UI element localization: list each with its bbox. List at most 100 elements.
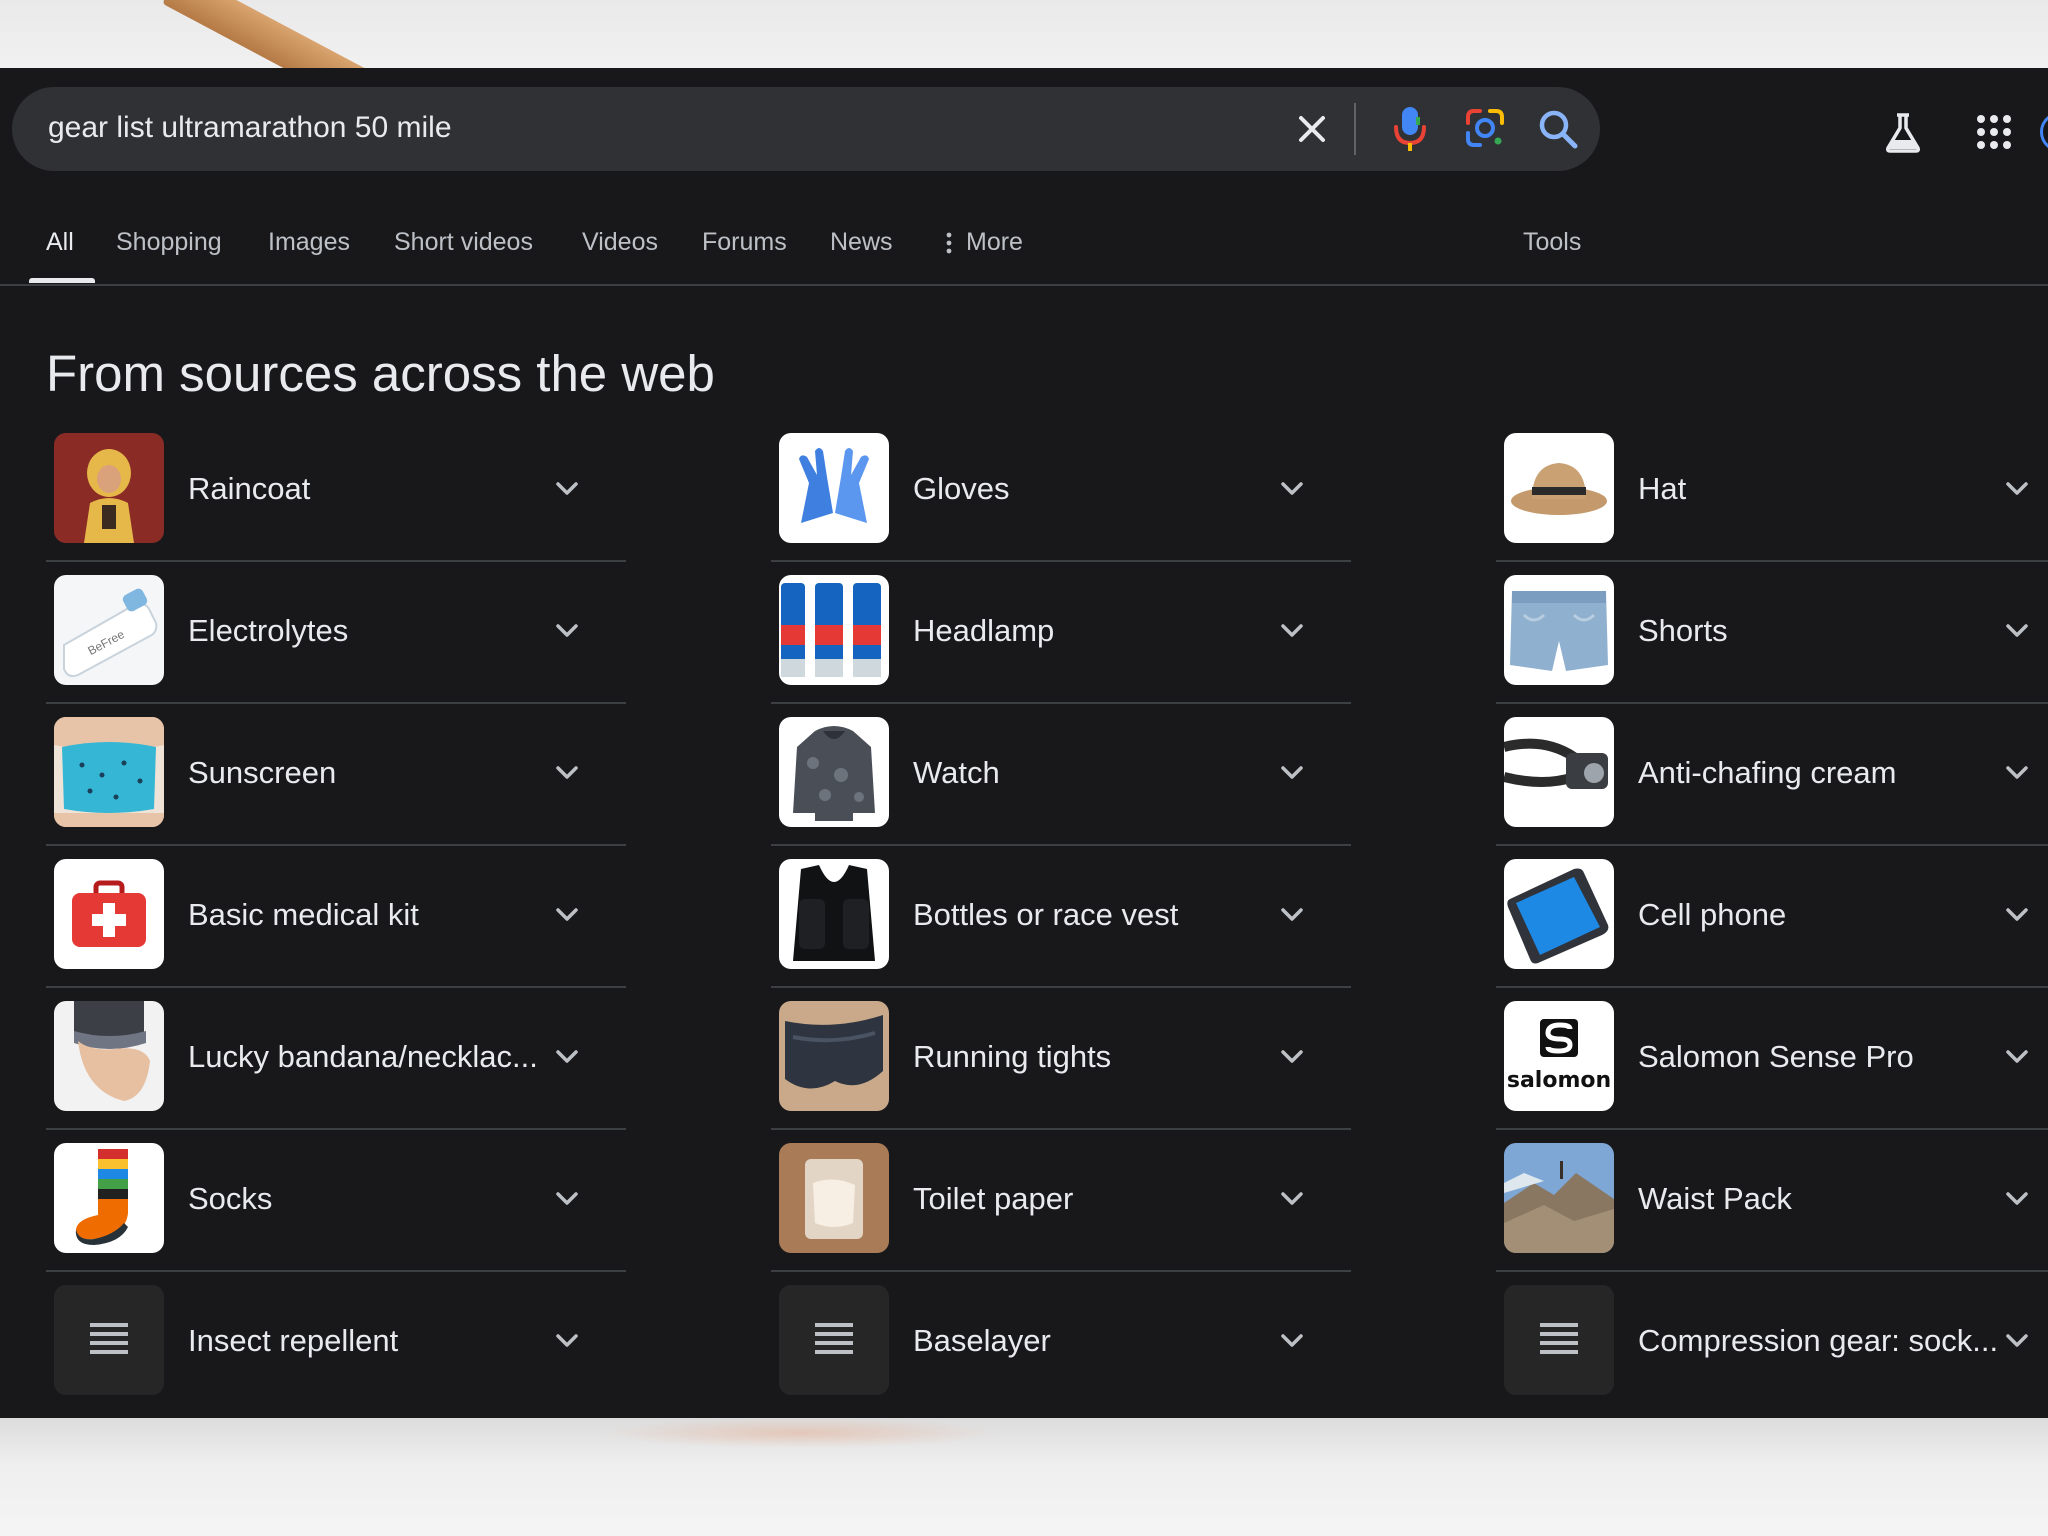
chevron-down-icon[interactable] xyxy=(552,1041,582,1071)
bandana-thumbnail xyxy=(54,1001,164,1111)
item-label: Waist Pack xyxy=(1638,1181,1792,1216)
tools-button[interactable]: Tools xyxy=(1523,228,1581,271)
search-labs-flask-icon[interactable] xyxy=(1880,110,1926,156)
list-item-socks[interactable]: Socks xyxy=(46,1143,626,1285)
list-item-hat[interactable]: Hat xyxy=(1496,433,2048,575)
item-label: Salomon Sense Pro xyxy=(1638,1039,1914,1074)
chevron-down-icon[interactable] xyxy=(552,757,582,787)
chevron-down-icon[interactable] xyxy=(2002,1183,2032,1213)
list-item-shorts[interactable]: Shorts xyxy=(1496,575,2048,717)
tab-videos[interactable]: Videos xyxy=(582,228,658,271)
chevron-down-icon[interactable] xyxy=(552,899,582,929)
tab-more[interactable]: More xyxy=(946,228,1023,271)
chevron-down-icon[interactable] xyxy=(1277,899,1307,929)
item-label: Lucky bandana/necklac... xyxy=(188,1039,538,1074)
item-label: Toilet paper xyxy=(913,1181,1074,1216)
list-item-cell-phone[interactable]: Cell phone xyxy=(1496,859,2048,1001)
item-divider xyxy=(771,1128,1351,1130)
tab-shopping[interactable]: Shopping xyxy=(116,228,222,271)
list-item-running-tights[interactable]: Running tights xyxy=(771,1001,1351,1143)
running-tights-thumbnail xyxy=(779,1001,889,1111)
cell-phone-thumbnail xyxy=(1504,859,1614,969)
chevron-down-icon[interactable] xyxy=(1277,615,1307,645)
list-item-baselayer[interactable]: Baselayer xyxy=(771,1285,1351,1418)
list-item-watch[interactable]: Watch xyxy=(771,717,1351,859)
text-lines-icon xyxy=(54,1285,164,1395)
item-divider xyxy=(1496,1128,2048,1130)
text-lines-icon xyxy=(779,1285,889,1395)
item-label: Watch xyxy=(913,755,1000,790)
tab-forums[interactable]: Forums xyxy=(702,228,787,271)
chevron-down-icon[interactable] xyxy=(1277,473,1307,503)
photo-backdrop-bottom xyxy=(0,1418,2048,1536)
list-item-electrolytes[interactable]: BeFree Electrolytes xyxy=(46,575,626,717)
item-divider xyxy=(1496,702,2048,704)
google-lens-icon[interactable] xyxy=(1462,105,1508,151)
chevron-down-icon[interactable] xyxy=(2002,1041,2032,1071)
item-divider xyxy=(771,702,1351,704)
chevron-down-icon[interactable] xyxy=(552,1183,582,1213)
waist-pack-thumbnail xyxy=(1504,1143,1614,1253)
item-divider xyxy=(46,1270,626,1272)
shorts-thumbnail xyxy=(1504,575,1614,685)
chevron-down-icon[interactable] xyxy=(2002,757,2032,787)
item-divider xyxy=(46,560,626,562)
item-divider xyxy=(1496,986,2048,988)
account-avatar[interactable] xyxy=(2040,112,2048,152)
list-item-basic-medical-kit[interactable]: Basic medical kit xyxy=(46,859,626,1001)
list-item-salomon-sense-pro[interactable]: salomon Salomon Sense Pro xyxy=(1496,1001,2048,1143)
chevron-down-icon[interactable] xyxy=(2002,899,2032,929)
chevron-down-icon[interactable] xyxy=(1277,757,1307,787)
list-item-lucky-bandana[interactable]: Lucky bandana/necklac... xyxy=(46,1001,626,1143)
tab-more-label: More xyxy=(966,228,1023,256)
raincoat-thumbnail xyxy=(54,433,164,543)
google-apps-grid-icon[interactable] xyxy=(1974,112,2014,152)
list-item-insect-repellent[interactable]: Insect repellent xyxy=(46,1285,626,1418)
tab-news[interactable]: News xyxy=(830,228,893,271)
chevron-down-icon[interactable] xyxy=(552,1325,582,1355)
list-item-bottles-race-vest[interactable]: Bottles or race vest xyxy=(771,859,1351,1001)
chevron-down-icon[interactable] xyxy=(1277,1183,1307,1213)
microphone-icon[interactable] xyxy=(1388,103,1432,155)
item-divider xyxy=(46,986,626,988)
list-item-gloves[interactable]: Gloves xyxy=(771,433,1351,575)
item-divider xyxy=(46,844,626,846)
list-item-sunscreen[interactable]: Sunscreen xyxy=(46,717,626,859)
clear-icon[interactable] xyxy=(1290,107,1334,151)
item-label: Basic medical kit xyxy=(188,897,419,932)
item-label: Compression gear: sock... xyxy=(1638,1323,1999,1358)
item-label: Insect repellent xyxy=(188,1323,399,1358)
item-label: Gloves xyxy=(913,471,1010,506)
chevron-down-icon[interactable] xyxy=(552,615,582,645)
item-divider xyxy=(771,844,1351,846)
chevron-down-icon[interactable] xyxy=(2002,1325,2032,1355)
tab-short-videos[interactable]: Short videos xyxy=(394,228,533,271)
item-label: Headlamp xyxy=(913,613,1055,648)
list-item-raincoat[interactable]: Raincoat xyxy=(46,433,626,575)
chevron-down-icon[interactable] xyxy=(1277,1325,1307,1355)
list-item-toilet-paper[interactable]: Toilet paper xyxy=(771,1143,1351,1285)
item-label: Running tights xyxy=(913,1039,1112,1074)
search-icon[interactable] xyxy=(1534,105,1582,153)
chevron-down-icon[interactable] xyxy=(552,473,582,503)
list-item-waist-pack[interactable]: Waist Pack xyxy=(1496,1143,2048,1285)
salomon-logo-thumbnail: salomon xyxy=(1504,1001,1614,1111)
item-label: Hat xyxy=(1638,471,1687,506)
item-divider xyxy=(771,560,1351,562)
tab-all[interactable]: All xyxy=(46,228,74,271)
item-label: Bottles or race vest xyxy=(913,897,1179,932)
race-vest-thumbnail xyxy=(779,859,889,969)
search-bar[interactable]: gear list ultramarathon 50 mile xyxy=(12,87,1600,171)
item-divider xyxy=(1496,1270,2048,1272)
electrolytes-thumbnail: BeFree xyxy=(54,575,164,685)
list-item-headlamp[interactable]: Headlamp xyxy=(771,575,1351,717)
item-label: Raincoat xyxy=(188,471,311,506)
search-input[interactable]: gear list ultramarathon 50 mile xyxy=(48,111,452,145)
tab-images[interactable]: Images xyxy=(268,228,350,271)
list-item-anti-chafing-cream[interactable]: Anti-chafing cream xyxy=(1496,717,2048,859)
chevron-down-icon[interactable] xyxy=(2002,615,2032,645)
chevron-down-icon[interactable] xyxy=(2002,473,2032,503)
chevron-down-icon[interactable] xyxy=(1277,1041,1307,1071)
item-label: Baselayer xyxy=(913,1323,1051,1358)
list-item-compression-gear[interactable]: Compression gear: sock... xyxy=(1496,1285,2048,1418)
